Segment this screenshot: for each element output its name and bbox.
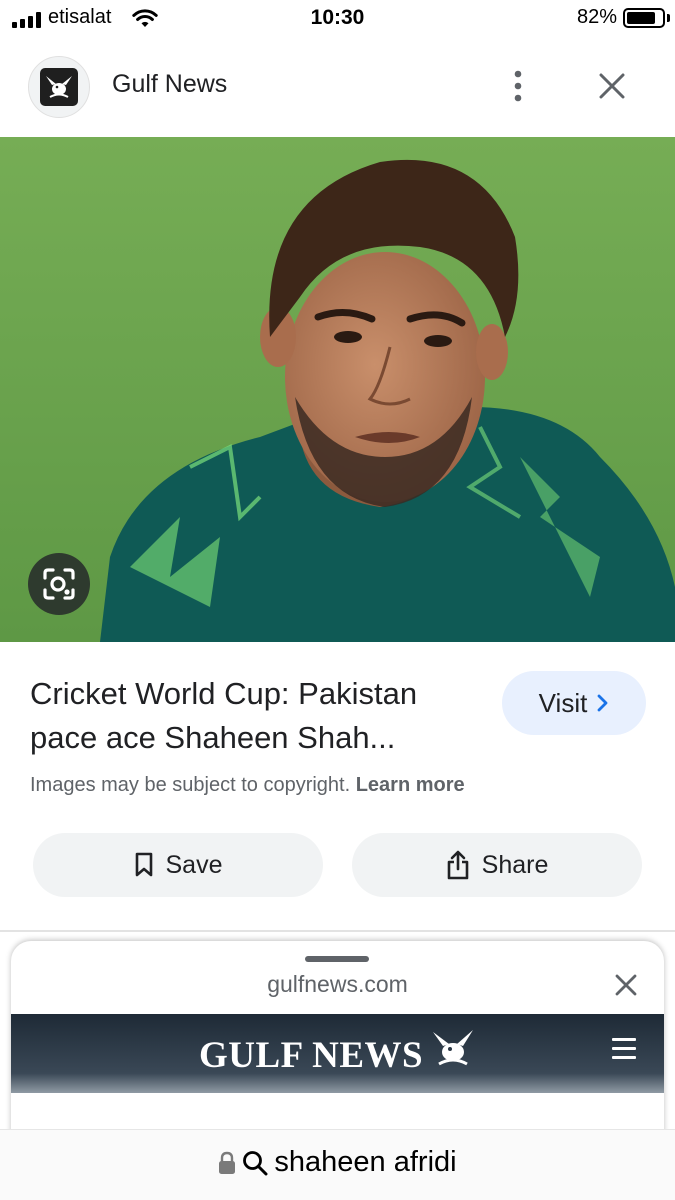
- hamburger-menu-icon[interactable]: [612, 1038, 636, 1062]
- search-icon: [243, 1150, 268, 1175]
- cricketer-photo: [0, 137, 675, 642]
- gulf-news-logo[interactable]: [28, 56, 90, 118]
- battery-level-fill: [627, 12, 655, 24]
- visit-label: Visit: [538, 687, 588, 718]
- sheet-close-button[interactable]: [606, 965, 646, 1005]
- share-label: Share: [481, 850, 549, 879]
- save-button[interactable]: Save: [33, 833, 323, 897]
- google-lens-button[interactable]: [28, 553, 90, 615]
- gulf-news-banner: GULF NEWS: [11, 1014, 664, 1093]
- bookmark-icon: [135, 852, 152, 877]
- close-icon: [599, 73, 625, 99]
- address-bar[interactable]: shaheen afridi: [0, 1129, 675, 1200]
- sheet-domain: gulfnews.com: [267, 971, 408, 997]
- search-query[interactable]: shaheen afridi: [274, 1146, 456, 1179]
- share-button[interactable]: Share: [352, 833, 642, 897]
- result-image[interactable]: [0, 137, 675, 642]
- battery-nub: [667, 14, 670, 22]
- share-icon: [447, 850, 468, 880]
- sheet-drag-handle[interactable]: [305, 956, 369, 962]
- more-vert-icon: [514, 70, 522, 102]
- visit-button[interactable]: Visit: [502, 671, 646, 735]
- battery-icon: [623, 8, 665, 28]
- copyright-text: Images may be subject to copyright.: [30, 774, 351, 796]
- site-name[interactable]: Gulf News: [112, 70, 227, 99]
- save-label: Save: [165, 850, 223, 879]
- result-title[interactable]: Cricket World Cup: Pakistan pace ace Sha…: [30, 672, 480, 760]
- gulf-news-wordmark: GULF NEWS: [199, 1035, 424, 1076]
- divider: [0, 930, 675, 932]
- falcon-logo-icon: [40, 68, 78, 106]
- source-header: Gulf News: [0, 40, 675, 136]
- copyright-notice: Images may be subject to copyright. Lear…: [30, 774, 465, 797]
- status-bar: etisalat 10:30 82%: [0, 0, 675, 40]
- more-options-button[interactable]: [500, 64, 536, 108]
- close-icon: [615, 974, 637, 996]
- close-button[interactable]: [590, 64, 634, 108]
- falcon-emblem-icon: [433, 1030, 473, 1066]
- battery-percent: 82%: [576, 6, 617, 28]
- learn-more-link[interactable]: Learn more: [356, 774, 465, 796]
- lock-icon: [219, 1151, 236, 1174]
- chevron-right-icon: [597, 694, 608, 712]
- lens-icon: [43, 568, 75, 600]
- clock: 10:30: [310, 6, 365, 29]
